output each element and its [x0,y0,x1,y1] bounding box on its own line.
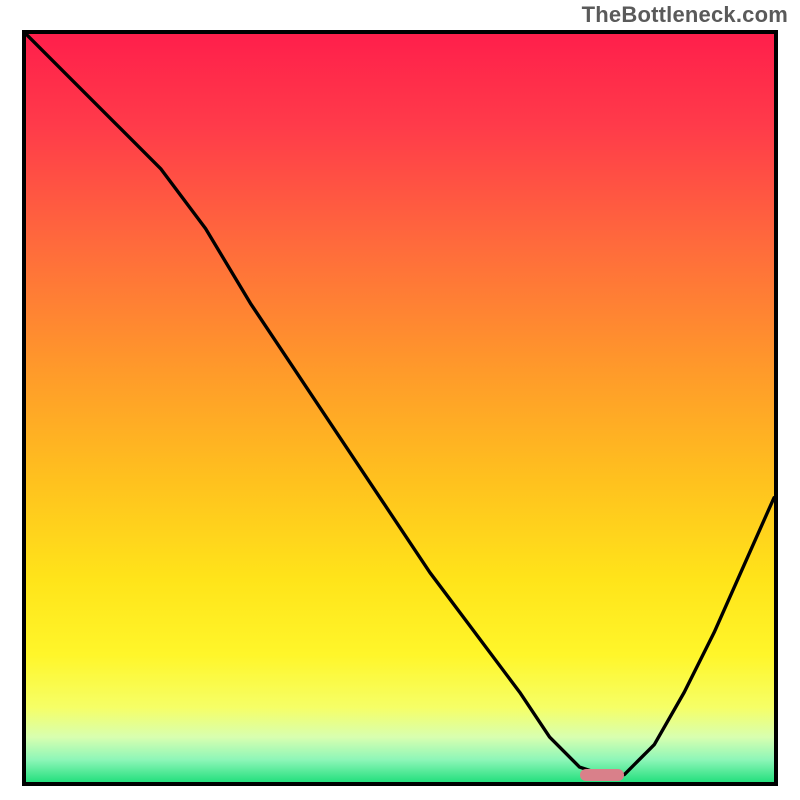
chart-root: TheBottleneck.com [0,0,800,800]
optimum-marker [580,769,625,781]
chart-curve [26,34,774,782]
watermark-text: TheBottleneck.com [582,2,788,28]
plot-area [22,30,778,786]
